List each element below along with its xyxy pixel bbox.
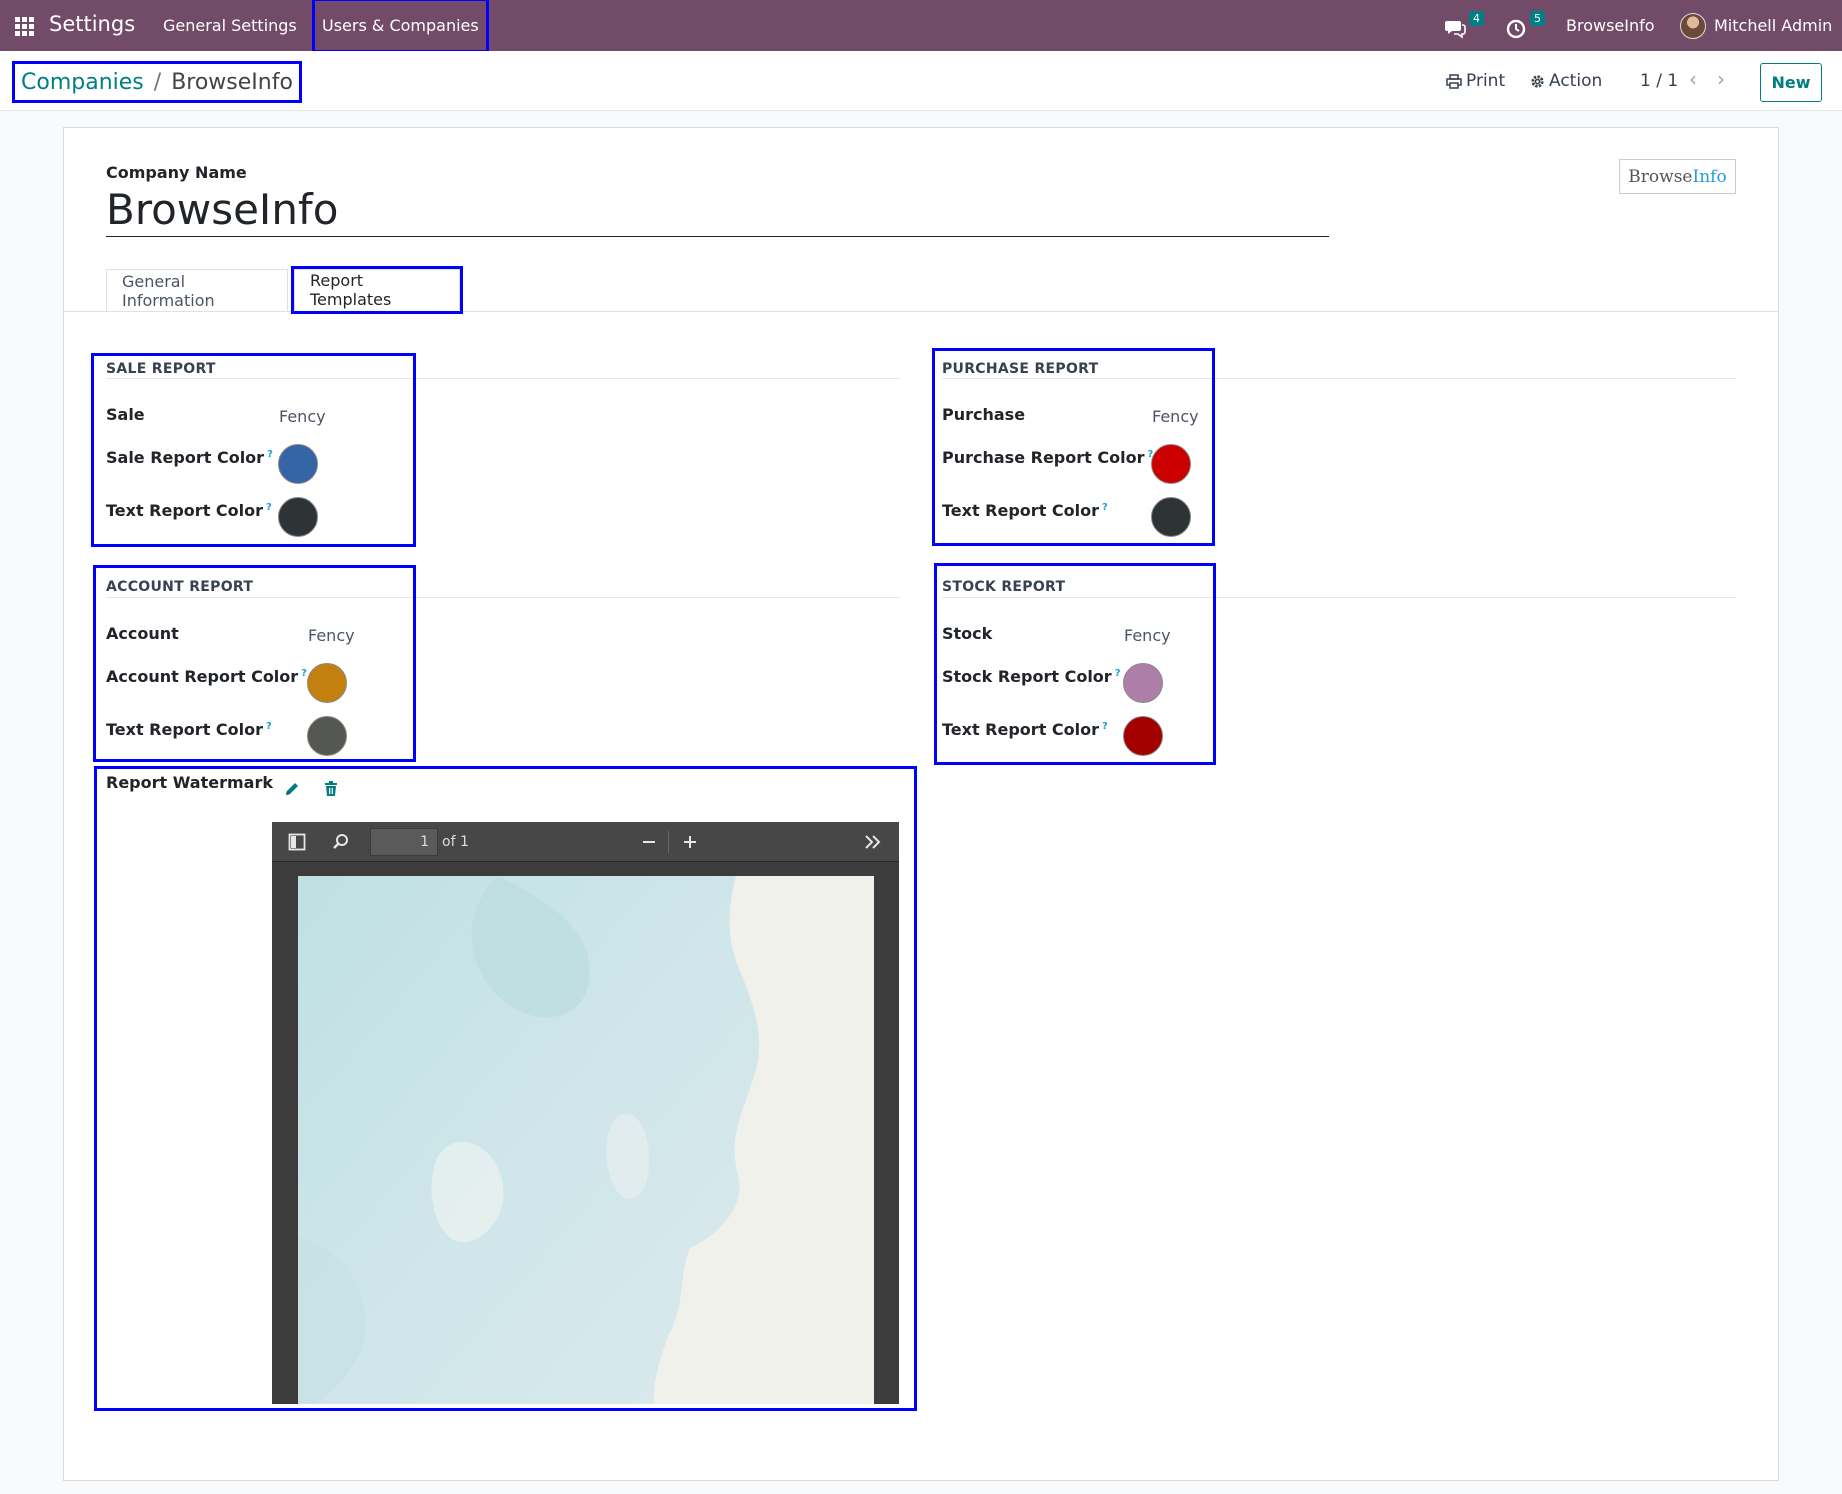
company-name-underline	[106, 236, 1329, 237]
company-name-label: Company Name	[106, 163, 247, 182]
pdf-page-watermark-image	[298, 876, 874, 1404]
pdf-page-total: of 1	[442, 834, 469, 850]
zoom-in-icon[interactable]	[677, 830, 703, 854]
top-navbar: Settings General Settings Users & Compan…	[0, 0, 1842, 53]
help-icon[interactable]: ?	[266, 502, 272, 513]
tab-general-information[interactable]: General Information	[106, 269, 288, 311]
new-button[interactable]: New	[1760, 63, 1822, 102]
tabs-divider	[64, 311, 1778, 312]
print-label: Print	[1466, 71, 1506, 91]
pager-previous-icon[interactable]: ‹	[1689, 67, 1697, 91]
pdf-viewer[interactable]: of 1	[272, 822, 899, 1404]
sale-label: Sale	[106, 405, 145, 424]
gear-icon	[1531, 74, 1544, 88]
purchase-template-select[interactable]: Fency	[1152, 407, 1199, 426]
company-name-input[interactable]: BrowseInfo	[106, 185, 338, 234]
sale-text-color-swatch[interactable]	[278, 497, 318, 537]
pdf-toolbar: of 1	[272, 822, 899, 862]
user-name: Mitchell Admin	[1714, 16, 1833, 35]
breadcrumb-separator: /	[153, 69, 162, 95]
help-icon[interactable]: ?	[1102, 502, 1108, 513]
stock-report-title: STOCK REPORT	[942, 579, 1066, 595]
account-text-color-swatch[interactable]	[307, 716, 347, 756]
account-report-title: ACCOUNT REPORT	[106, 579, 254, 595]
search-icon[interactable]	[328, 830, 354, 854]
zoom-out-icon[interactable]	[636, 830, 662, 854]
trash-icon[interactable]	[324, 781, 338, 797]
stock-text-color-swatch[interactable]	[1123, 716, 1163, 756]
tab-report-templates-label: Report Templates	[310, 271, 392, 309]
help-icon[interactable]: ?	[1115, 668, 1121, 679]
purchase-text-color-label: Text Report Color?	[942, 501, 1108, 520]
activities-count-badge: 5	[1530, 11, 1545, 26]
zoom-divider	[668, 831, 669, 853]
menu-general-settings[interactable]: General Settings	[163, 16, 297, 35]
company-logo[interactable]: Browse Info	[1619, 159, 1736, 194]
help-icon[interactable]: ?	[1102, 721, 1108, 732]
action-label: Action	[1549, 71, 1603, 91]
watercolor-watermark-image	[298, 876, 874, 1404]
report-watermark-label: Report Watermark	[106, 773, 273, 792]
pager-next-icon[interactable]: ›	[1717, 67, 1725, 91]
pdf-page-number-input[interactable]	[370, 828, 438, 856]
messages-button[interactable]: 4	[1444, 0, 1488, 51]
help-icon[interactable]: ?	[266, 721, 272, 732]
app-title[interactable]: Settings	[49, 12, 135, 36]
purchase-label: Purchase	[942, 405, 1026, 424]
breadcrumb-current: BrowseInfo	[171, 69, 293, 95]
more-tools-icon[interactable]	[860, 830, 886, 854]
sale-template-select[interactable]: Fency	[279, 407, 326, 426]
logo-text-accent: Info	[1692, 166, 1727, 187]
tab-general-information-label: General Information	[122, 271, 215, 310]
logo-text-main: Browse	[1628, 166, 1693, 187]
breadcrumb: Companies / BrowseInfo	[12, 61, 302, 103]
purchase-report-color-label: Purchase Report Color?	[942, 448, 1154, 467]
pager-value[interactable]: 1 / 1	[1640, 71, 1678, 91]
help-icon[interactable]: ?	[301, 668, 307, 679]
menu-users-companies[interactable]: Users & Companies	[312, 0, 489, 53]
sale-text-color-label: Text Report Color?	[106, 501, 272, 520]
purchase-report-title: PURCHASE REPORT	[942, 361, 1099, 377]
sale-report-title: SALE REPORT	[106, 361, 216, 377]
control-panel: Companies / BrowseInfo Print Action 1 / …	[0, 51, 1842, 111]
help-icon[interactable]: ?	[267, 449, 273, 460]
account-text-color-label: Text Report Color?	[106, 720, 272, 739]
purchase-report-color-swatch[interactable]	[1151, 444, 1191, 484]
user-avatar	[1680, 12, 1706, 39]
stock-label: Stock	[942, 624, 993, 643]
activities-button[interactable]: 5	[1506, 0, 1550, 51]
sale-report-color-swatch[interactable]	[278, 444, 318, 484]
edit-pencil-icon[interactable]	[284, 781, 300, 797]
tab-report-templates[interactable]: Report Templates	[291, 266, 463, 314]
apps-grid-icon[interactable]	[15, 17, 34, 36]
stock-text-color-label: Text Report Color?	[942, 720, 1108, 739]
print-icon	[1446, 73, 1462, 89]
sale-report-color-label: Sale Report Color?	[106, 448, 273, 467]
sidebar-toggle-icon[interactable]	[284, 830, 310, 854]
purchase-text-color-swatch[interactable]	[1151, 497, 1191, 537]
user-menu[interactable]: Mitchell Admin	[1680, 0, 1832, 51]
chat-icon	[1445, 20, 1466, 39]
breadcrumb-companies-link[interactable]: Companies	[21, 70, 144, 95]
account-label: Account	[106, 624, 179, 643]
account-report-color-label: Account Report Color?	[106, 667, 307, 686]
clock-icon	[1506, 19, 1526, 38]
account-template-select[interactable]: Fency	[308, 626, 355, 645]
action-button[interactable]: Action	[1530, 71, 1602, 91]
messages-count-badge: 4	[1469, 11, 1484, 26]
print-button[interactable]: Print	[1446, 71, 1505, 91]
stock-report-color-label: Stock Report Color?	[942, 667, 1121, 686]
stock-template-select[interactable]: Fency	[1124, 626, 1171, 645]
company-switcher[interactable]: BrowseInfo	[1566, 16, 1655, 35]
account-report-color-swatch[interactable]	[307, 663, 347, 703]
stock-report-color-swatch[interactable]	[1123, 663, 1163, 703]
